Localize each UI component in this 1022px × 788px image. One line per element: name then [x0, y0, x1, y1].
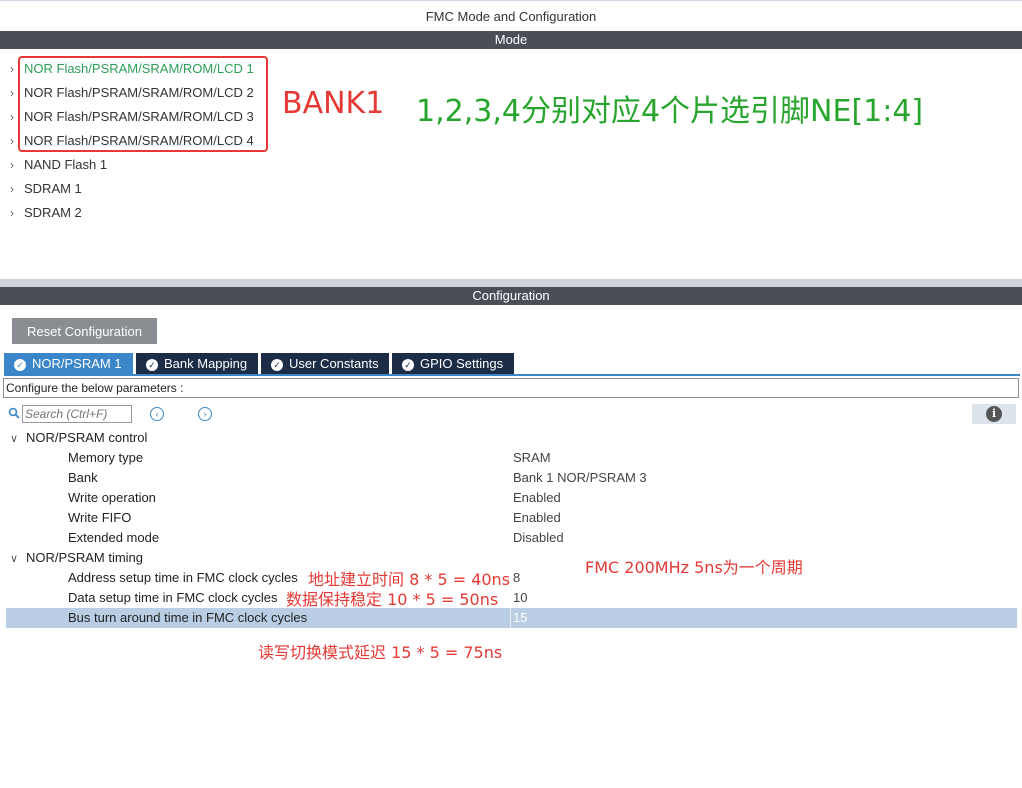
annotation-fmc-clock: FMC 200MHz 5ns为一个周期: [585, 558, 803, 577]
param-value[interactable]: 10: [513, 588, 527, 608]
tab-label: GPIO Settings: [420, 356, 504, 371]
param-value[interactable]: 8: [513, 568, 520, 588]
param-row-bank[interactable]: Bank Bank 1 NOR/PSRAM 3: [6, 468, 1017, 488]
param-value[interactable]: 15: [513, 608, 527, 628]
info-icon: i: [986, 406, 1002, 422]
chevron-down-icon: ∨: [10, 433, 19, 445]
param-name: Extended mode: [68, 530, 160, 545]
info-button[interactable]: i: [972, 404, 1016, 424]
tab-nor-psram1[interactable]: ✓ NOR/PSRAM 1: [4, 353, 133, 374]
chevron-down-icon: ∨: [10, 553, 19, 565]
group-label: NOR/PSRAM timing: [26, 550, 144, 565]
check-circle-icon: ✓: [271, 358, 283, 371]
param-value[interactable]: Enabled: [513, 488, 561, 508]
param-value[interactable]: SRAM: [513, 448, 551, 468]
window-title-bar: FMC Mode and Configuration: [0, 0, 1022, 31]
section-divider[interactable]: [0, 279, 1022, 287]
param-row-memory-type[interactable]: Memory type SRAM: [6, 448, 1017, 468]
previous-match-icon[interactable]: ‹: [150, 407, 164, 421]
param-value[interactable]: Enabled: [513, 508, 561, 528]
param-name: Write FIFO: [68, 510, 132, 525]
check-circle-icon: ✓: [14, 358, 26, 371]
param-value[interactable]: Disabled: [513, 528, 564, 548]
tab-label: User Constants: [289, 356, 379, 371]
param-name: Bank: [68, 470, 98, 485]
configuration-section-header: Configuration: [0, 287, 1022, 305]
mode-item-label: SDRAM 2: [24, 205, 82, 220]
group-nor-psram-control[interactable]: ∨ NOR/PSRAM control: [10, 428, 147, 448]
chevron-right-icon: ›: [10, 158, 14, 172]
param-row-bus-turnaround-time[interactable]: Bus turn around time in FMC clock cycles…: [6, 608, 1017, 628]
chevron-right-icon: ›: [10, 206, 14, 220]
group-nor-psram-timing[interactable]: ∨ NOR/PSRAM timing: [10, 548, 143, 568]
param-name: Memory type: [68, 450, 144, 465]
annotation-bus-turnaround: 读写切换模式延迟 15 * 5 = 75ns: [258, 643, 503, 662]
annotation-highlight-box: [18, 56, 268, 152]
tab-underline: [4, 374, 1020, 376]
tab-bank-mapping[interactable]: ✓ Bank Mapping: [136, 353, 258, 374]
search-input[interactable]: [22, 405, 132, 423]
annotation-data-setup: 数据保持稳定 10 * 5 = 50ns: [286, 590, 499, 609]
group-label: NOR/PSRAM control: [26, 430, 148, 445]
configure-parameters-label: Configure the below parameters :: [3, 378, 1019, 398]
next-match-icon[interactable]: ›: [198, 407, 212, 421]
param-value[interactable]: Bank 1 NOR/PSRAM 3: [513, 468, 647, 488]
param-name: Data setup time in FMC clock cycles: [68, 590, 278, 605]
check-circle-icon: ✓: [402, 358, 414, 371]
mode-section-header: Mode: [0, 31, 1022, 49]
param-name: Write operation: [68, 490, 156, 505]
param-row-address-setup-time[interactable]: Address setup time in FMC clock cycles 8: [6, 568, 1017, 588]
reset-configuration-button[interactable]: Reset Configuration: [12, 318, 157, 344]
param-name: Address setup time in FMC clock cycles: [68, 570, 298, 585]
annotation-chip-select: 1,2,3,4分别对应4个片选引脚NE[1:4]: [416, 94, 924, 129]
param-row-data-setup-time[interactable]: Data setup time in FMC clock cycles 10: [6, 588, 1017, 608]
mode-item-label: SDRAM 1: [24, 181, 82, 196]
annotation-bank1: BANK1: [282, 86, 385, 121]
search-icon: [8, 407, 20, 419]
column-divider: [510, 608, 511, 628]
mode-item-label: NAND Flash 1: [24, 157, 108, 172]
param-row-write-fifo[interactable]: Write FIFO Enabled: [6, 508, 1017, 528]
check-circle-icon: ✓: [146, 358, 158, 371]
chevron-right-icon: ›: [10, 182, 14, 196]
window-title: FMC Mode and Configuration: [425, 9, 597, 24]
param-name: Bus turn around time in FMC clock cycles: [68, 610, 308, 625]
mode-item-sdram1[interactable]: › SDRAM 1: [10, 178, 82, 200]
tab-label: Bank Mapping: [164, 356, 248, 371]
param-row-extended-mode[interactable]: Extended mode Disabled: [6, 528, 1017, 548]
mode-item-nand-flash1[interactable]: › NAND Flash 1: [10, 154, 107, 176]
mode-item-sdram2[interactable]: › SDRAM 2: [10, 202, 82, 224]
param-row-write-operation[interactable]: Write operation Enabled: [6, 488, 1017, 508]
tab-user-constants[interactable]: ✓ User Constants: [261, 353, 389, 374]
tab-label: NOR/PSRAM 1: [32, 356, 122, 371]
tab-gpio-settings[interactable]: ✓ GPIO Settings: [392, 353, 514, 374]
